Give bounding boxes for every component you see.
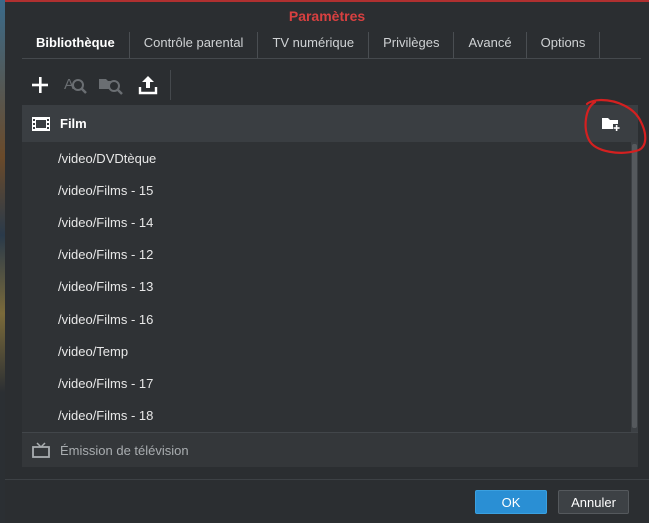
search-folder-button[interactable] <box>94 68 130 102</box>
tab-privileges[interactable]: Privilèges <box>369 32 455 58</box>
group-header-tv[interactable]: Émission de télévision <box>22 432 638 467</box>
tab-options[interactable]: Options <box>527 32 601 58</box>
tab-bibliotheque[interactable]: Bibliothèque <box>22 32 130 58</box>
add-button[interactable] <box>22 68 58 102</box>
add-folder-button[interactable] <box>602 116 620 137</box>
tv-icon <box>32 442 50 458</box>
list-item[interactable]: /video/Temp <box>22 335 631 367</box>
list-item[interactable]: /video/Films - 13 <box>22 271 631 303</box>
list-item[interactable]: /video/Films - 17 <box>22 367 631 399</box>
toolbar-divider <box>170 70 171 100</box>
dialog-footer: OK Annuler <box>5 479 649 523</box>
tab-bar: Bibliothèque Contrôle parental TV numéri… <box>22 32 649 58</box>
folder-add-icon <box>602 118 620 131</box>
library-list: Film /video/DVDtèque /video/Films - 15 /… <box>22 105 638 467</box>
list-item[interactable]: /video/Films - 12 <box>22 239 631 271</box>
group-title-tv: Émission de télévision <box>60 442 189 458</box>
film-icon <box>32 116 50 131</box>
list-scrollbar[interactable] <box>631 142 638 432</box>
search-text-button[interactable]: A <box>58 68 94 102</box>
dialog-title: Paramètres <box>288 8 366 24</box>
list-item[interactable]: /video/Films - 16 <box>22 303 631 335</box>
upload-button[interactable] <box>130 68 166 102</box>
search-text-icon: A <box>64 76 87 94</box>
toolbar: A <box>22 68 171 102</box>
list-item[interactable]: /video/Films - 15 <box>22 174 631 206</box>
cancel-button[interactable]: Annuler <box>558 490 629 514</box>
settings-dialog: Paramètres Bibliothèque Contrôle parenta… <box>5 0 649 523</box>
search-folder-icon <box>99 79 123 95</box>
tab-controle-parental[interactable]: Contrôle parental <box>130 32 259 58</box>
list-item[interactable]: /video/DVDtèque <box>22 142 631 174</box>
list-item[interactable]: /video/Films - 18 <box>22 400 631 432</box>
folder-rows: /video/DVDtèque /video/Films - 15 /video… <box>22 142 631 432</box>
tab-tv-numerique[interactable]: TV numérique <box>258 32 370 58</box>
list-item[interactable]: /video/Films - 14 <box>22 206 631 238</box>
upload-icon <box>138 76 158 95</box>
group-header-film[interactable]: Film <box>22 105 638 142</box>
ok-button[interactable]: OK <box>475 490 547 514</box>
tab-divider <box>22 58 641 59</box>
tab-avance[interactable]: Avancé <box>454 32 527 58</box>
add-icon <box>32 77 48 93</box>
scrollbar-thumb[interactable] <box>632 144 637 428</box>
group-title: Film <box>60 116 87 131</box>
